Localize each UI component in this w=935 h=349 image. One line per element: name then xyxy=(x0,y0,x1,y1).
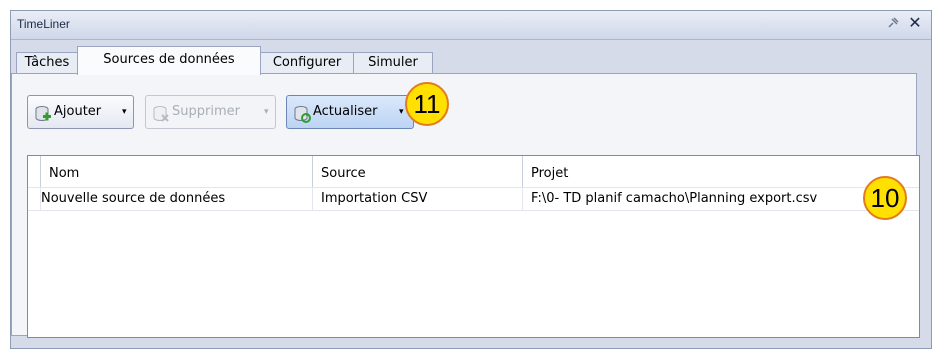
tab-simuler[interactable]: Simuler xyxy=(353,52,433,74)
cell-projet[interactable]: F:\0- TD planif camacho\Planning export.… xyxy=(523,188,863,210)
chevron-down-icon: ▾ xyxy=(122,107,127,117)
refresh-datasource-icon xyxy=(293,104,311,123)
callout-marker-10: 10 xyxy=(863,176,907,220)
chevron-down-icon: ▾ xyxy=(399,107,404,117)
table-row[interactable]: Nouvelle source de données Importation C… xyxy=(28,187,919,211)
window-title: TimeLiner xyxy=(17,17,70,31)
cell-source[interactable]: Importation CSV xyxy=(313,188,523,210)
tab-taches[interactable]: Tâches xyxy=(16,52,78,74)
tab-configurer[interactable]: Configurer xyxy=(260,52,354,74)
title-bar: TimeLiner ✕ xyxy=(11,11,931,40)
add-button-label: Ajouter xyxy=(54,104,102,119)
callout-marker-11: 11 xyxy=(405,82,449,126)
chevron-down-icon: ▾ xyxy=(264,107,269,117)
close-icon[interactable]: ✕ xyxy=(907,15,923,31)
column-header-projet[interactable]: Projet xyxy=(523,156,919,187)
column-header-nom[interactable]: Nom xyxy=(41,156,313,187)
add-datasource-icon xyxy=(34,104,52,122)
pin-icon[interactable] xyxy=(885,16,901,32)
column-header-source[interactable]: Source xyxy=(313,156,523,187)
tab-sources-de-donnees[interactable]: Sources de données xyxy=(77,46,261,75)
refresh-button-label: Actualiser xyxy=(313,104,378,119)
data-sources-table: Nom Source Projet Nouvelle source de don… xyxy=(27,155,920,338)
delete-datasource-icon xyxy=(152,104,170,122)
delete-button[interactable]: Supprimer ▾ xyxy=(145,95,276,129)
row-selector-header xyxy=(28,156,41,187)
add-button[interactable]: Ajouter ▾ xyxy=(27,95,134,129)
refresh-button[interactable]: Actualiser ▾ xyxy=(286,95,414,129)
cell-nom[interactable]: Nouvelle source de données xyxy=(33,188,313,210)
table-header: Nom Source Projet xyxy=(28,156,919,187)
delete-button-label: Supprimer xyxy=(172,104,240,119)
